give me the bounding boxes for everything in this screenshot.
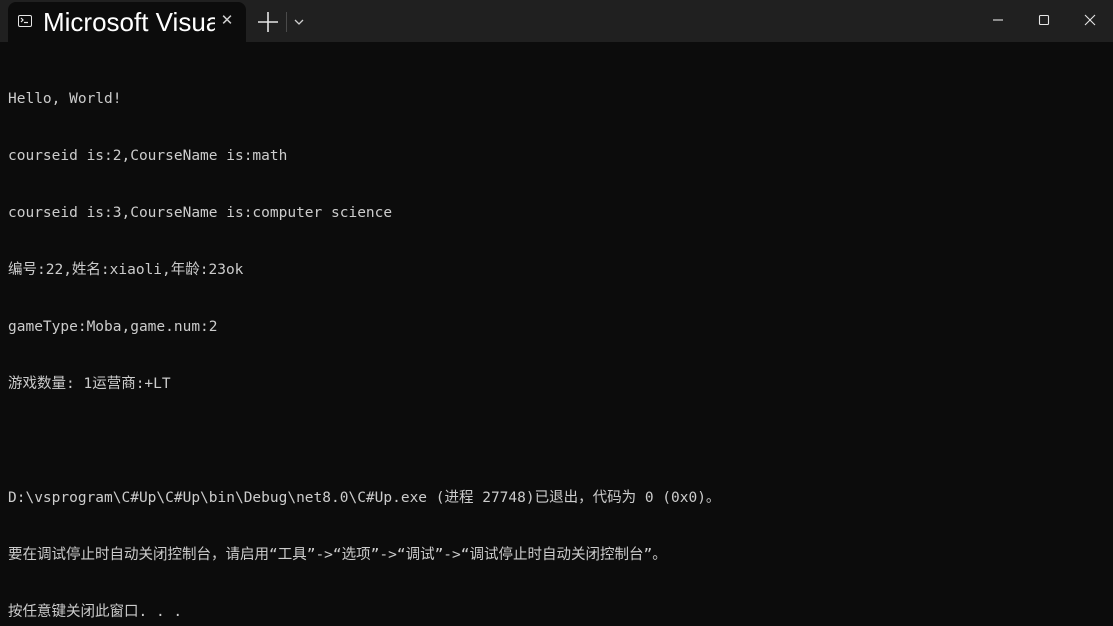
console-icon <box>18 15 32 27</box>
console-line: courseid is:2,CourseName is:math <box>8 148 288 164</box>
terminal-window: Microsoft Visual Studio 调试控制台 ✕ <box>0 0 1113 626</box>
console-output[interactable]: Hello, World! courseid is:2,CourseName i… <box>8 52 1108 620</box>
tab-title: Microsoft Visual Studio 调试控制台 <box>43 7 215 37</box>
console-line: 按任意键关闭此窗口. . . <box>8 604 183 620</box>
console-line: 要在调试停止时自动关闭控制台，请启用“工具”->“选项”->“调试”->“调试停… <box>8 547 667 563</box>
close-button[interactable] <box>1067 0 1113 40</box>
tab-dropdown-button[interactable] <box>290 12 308 32</box>
console-line: gameType:Moba,game.num:2 <box>8 319 218 335</box>
tab-close-button[interactable]: ✕ <box>218 11 236 29</box>
minimize-icon <box>993 19 1003 21</box>
maximize-button[interactable] <box>1021 0 1067 40</box>
terminal-tab[interactable]: Microsoft Visual Studio 调试控制台 ✕ <box>8 2 246 42</box>
title-bar[interactable]: Microsoft Visual Studio 调试控制台 ✕ <box>0 0 1113 42</box>
minimize-button[interactable] <box>975 0 1021 40</box>
console-line: D:\vsprogram\C#Up\C#Up\bin\Debug\net8.0\… <box>8 490 721 506</box>
console-line: 编号:22,姓名:xiaoli,年龄:23ok <box>8 262 244 278</box>
close-icon <box>1084 14 1096 26</box>
tab-divider <box>286 12 287 32</box>
console-line: Hello, World! <box>8 91 122 107</box>
chevron-down-icon <box>294 19 304 25</box>
maximize-icon <box>1038 14 1050 26</box>
console-line: 游戏数量: 1运营商:+LT <box>8 376 171 392</box>
console-line: courseid is:3,CourseName is:computer sci… <box>8 205 393 221</box>
plus-icon <box>258 12 278 32</box>
new-tab-button[interactable] <box>254 8 282 36</box>
